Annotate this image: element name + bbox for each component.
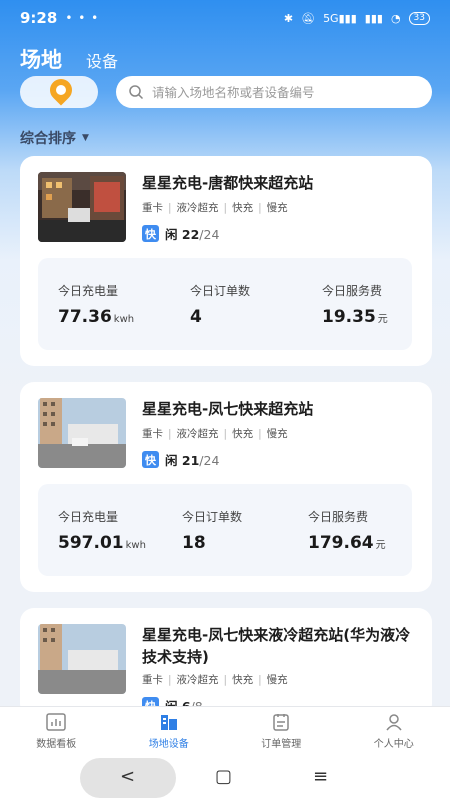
nav-dashboard[interactable]: 数据看板 (0, 707, 113, 756)
system-nav-bar: < ▢ ≡ (0, 756, 450, 800)
nav-profile[interactable]: 个人中心 (338, 707, 450, 756)
nav-orders[interactable]: 订单管理 (225, 707, 338, 756)
station-tags: 重卡 | 液冷超充 | 快充 | 慢充 (142, 674, 288, 686)
status-time: 9:28 (20, 9, 58, 27)
stat-orders: 今日订单数 18 (182, 510, 243, 553)
search-bar[interactable] (116, 76, 432, 108)
search-input[interactable] (152, 84, 422, 100)
stat-orders: 今日订单数 4 (190, 284, 251, 327)
today-stats: 今日充电量 597.01 kwh 今日订单数 18 今日服务费 179.64 元 (38, 484, 412, 576)
wifi-icon: ◔ (390, 11, 401, 25)
today-stats: 今日充电量 77.36 kwh 今日订单数 4 今日服务费 19.35 元 (38, 258, 412, 350)
status-icons: ✱ 🔕︎ 5G▮▮▮ ▮▮▮ ◔ 33 (283, 11, 430, 25)
station-card[interactable]: 星星充电-凤七快来液冷超充站(华为液冷技术支持) 重卡|液冷超充|快充|慢充 快… (20, 608, 432, 718)
location-button[interactable] (20, 74, 98, 108)
tab-venue[interactable]: 场地 (20, 44, 62, 74)
stat-energy: 今日充电量 77.36 kwh (58, 284, 135, 327)
location-pin-icon (45, 74, 77, 106)
menu-icon[interactable]: ≡ (313, 766, 328, 787)
sort-dropdown[interactable]: 综合排序 ▼ (20, 128, 89, 148)
nav-venue-device[interactable]: 场地设备 (113, 707, 226, 756)
station-card[interactable]: 星星充电-凤七快来超充站 重卡 | 液冷超充 | 快充 | 慢充 快 闲 21/24 今日充… (20, 382, 432, 592)
stat-energy: 今日充电量 597.01 kwh (58, 510, 146, 553)
status-bar: 9:28 • • • ✱ 🔕︎ 5G▮▮▮ ▮▮▮ ◔ 33 (0, 0, 450, 36)
station-name: 星星充电-凤七快来超充站 (142, 400, 314, 418)
caret-down-icon: ▼ (82, 133, 89, 143)
station-photo (38, 172, 126, 242)
signal-icon: 5G▮▮▮ (323, 11, 357, 25)
home-icon[interactable]: ▢ (215, 766, 232, 787)
station-name: 星星充电-凤七快来液冷超充站(华为液冷技术支持) (142, 626, 411, 666)
station-photo (38, 624, 126, 694)
search-icon (129, 85, 144, 100)
header-tabs: 场地 设备 (20, 44, 118, 74)
signal-icon-2: ▮▮▮ (364, 11, 383, 25)
sort-label: 综合排序 (20, 131, 76, 147)
fast-badge: 快 (142, 225, 159, 242)
clipboard-icon (273, 714, 289, 731)
building-icon (160, 715, 177, 730)
chart-icon (46, 713, 66, 731)
station-name: 星星充电-唐都快来超充站 (142, 174, 314, 192)
bottom-nav: 数据看板 场地设备 订单管理 个人中心 (0, 706, 450, 756)
back-icon[interactable]: < (120, 766, 135, 787)
station-tags: 重卡 | 液冷超充 | 快充 | 慢充 (142, 428, 288, 440)
station-tags: 重卡 | 液冷超充 | 快充 | 慢充 (142, 202, 288, 214)
bluetooth-icon: ✱ (283, 11, 294, 25)
availability: 快 闲 21/24 (142, 450, 219, 469)
tab-device[interactable]: 设备 (86, 48, 118, 72)
stat-fee: 今日服务费 179.64 元 (308, 510, 386, 553)
mute-icon: 🔕︎ (301, 11, 316, 25)
stat-fee: 今日服务费 19.35 元 (322, 284, 388, 327)
notification-dots: • • • (65, 11, 100, 25)
availability: 快 闲 22/24 (142, 224, 219, 243)
battery-icon: 33 (408, 11, 430, 25)
station-photo (38, 398, 126, 468)
station-card[interactable]: 星星充电-唐都快来超充站 重卡 | 液冷超充 | 快充 | 慢充 快 闲 22/24 今日充… (20, 156, 432, 366)
user-icon (386, 714, 402, 731)
fast-badge: 快 (142, 451, 159, 468)
